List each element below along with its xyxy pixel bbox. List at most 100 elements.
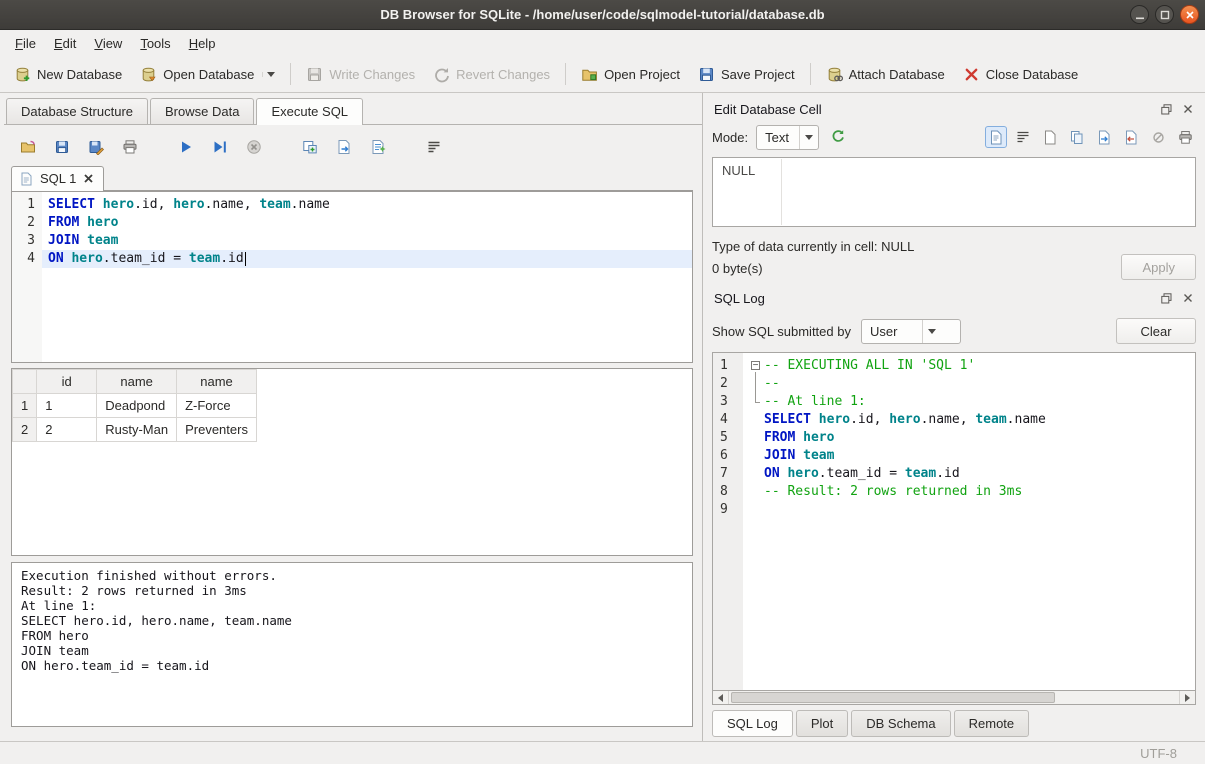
execute-current-line-icon[interactable] — [209, 136, 231, 158]
maximize-icon — [1157, 7, 1173, 23]
fold-collapse-box[interactable]: − — [751, 361, 760, 370]
mode-select[interactable]: Text — [756, 125, 819, 150]
scrollbar-thumb[interactable] — [731, 692, 1055, 703]
copy-icon[interactable] — [1066, 126, 1088, 148]
scrollbar-track[interactable] — [729, 691, 1179, 704]
row-number: 1 — [13, 394, 37, 418]
menu-tools[interactable]: Tools — [131, 32, 179, 55]
export-data-icon[interactable] — [1120, 126, 1142, 148]
result-cell[interactable]: Deadpond — [97, 394, 177, 418]
menu-file[interactable]: File — [6, 32, 45, 55]
minimize-button[interactable] — [1130, 5, 1149, 24]
encoding-indicator[interactable]: UTF-8 — [1140, 746, 1177, 761]
log-code-line[interactable]: -- Result: 2 rows returned in 3ms — [743, 483, 1195, 501]
new-database-button[interactable]: New Database — [6, 61, 130, 88]
save-project-button[interactable]: Save Project — [690, 61, 803, 88]
export-sql-icon[interactable] — [333, 136, 355, 158]
attach-database-button[interactable]: Attach Database — [818, 61, 953, 88]
text-document-icon[interactable] — [985, 126, 1007, 148]
maximize-button[interactable] — [1155, 5, 1174, 24]
sql-log-dock-buttons — [1160, 292, 1194, 305]
sql-log-code[interactable]: −-- EXECUTING ALL IN 'SQL 1'---- At line… — [743, 353, 1195, 690]
open-project-button[interactable]: Open Project — [573, 61, 688, 88]
tab-execute-sql[interactable]: Execute SQL — [256, 98, 363, 125]
save-project-label: Save Project — [721, 67, 795, 82]
save-sql-file-icon[interactable] — [51, 136, 73, 158]
clear-log-button[interactable]: Clear — [1116, 318, 1196, 344]
sql-editor-code[interactable]: SELECT hero.id, hero.name, team.nameFROM… — [42, 192, 692, 362]
cell-editor[interactable]: NULL — [712, 157, 1196, 227]
result-cell[interactable]: Z-Force — [177, 394, 257, 418]
result-cell[interactable]: Rusty-Man — [97, 418, 177, 442]
print-icon[interactable] — [1174, 126, 1196, 148]
save-sql-file-as-icon[interactable] — [85, 136, 107, 158]
log-code-line[interactable]: −-- EXECUTING ALL IN 'SQL 1' — [743, 357, 1195, 375]
titlebar[interactable]: DB Browser for SQLite - /home/user/code/… — [0, 0, 1205, 30]
tab-database-structure[interactable]: Database Structure — [6, 98, 148, 124]
import-data-icon[interactable] — [1093, 126, 1115, 148]
stop-icon[interactable] — [243, 136, 265, 158]
new-document-icon[interactable] — [1039, 126, 1061, 148]
close-dock-button[interactable] — [1181, 292, 1194, 305]
result-cell[interactable]: Preventers — [177, 418, 257, 442]
log-code-line[interactable]: -- At line 1: — [743, 393, 1195, 411]
results-column-header[interactable]: name — [177, 370, 257, 394]
menu-view[interactable]: View — [85, 32, 131, 55]
editor-code-line[interactable]: FROM hero — [42, 214, 692, 232]
log-code-line[interactable]: FROM hero — [743, 429, 1195, 447]
results-column-header[interactable]: id — [37, 370, 97, 394]
sql-tab-close-button[interactable] — [83, 173, 94, 184]
result-cell[interactable]: 1 — [37, 394, 97, 418]
format-sql-icon[interactable] — [367, 136, 389, 158]
word-wrap-icon[interactable] — [1012, 126, 1034, 148]
set-null-icon[interactable] — [1147, 126, 1169, 148]
sql-editor[interactable]: 1234 SELECT hero.id, hero.name, team.nam… — [11, 191, 693, 363]
float-dock-button[interactable] — [1160, 292, 1173, 305]
write-changes-button[interactable]: Write Changes — [298, 61, 423, 88]
word-wrap-icon[interactable] — [423, 136, 445, 158]
close-dock-button[interactable] — [1181, 103, 1194, 116]
log-code-line[interactable] — [743, 501, 1195, 519]
table-row[interactable]: 11DeadpondZ-Force — [13, 394, 257, 418]
sql-document-tab[interactable]: SQL 1 — [11, 166, 104, 191]
log-code-line[interactable]: JOIN team — [743, 447, 1195, 465]
log-code-line[interactable]: ON hero.team_id = team.id — [743, 465, 1195, 483]
results-column-header[interactable]: name — [97, 370, 177, 394]
float-dock-button[interactable] — [1160, 103, 1173, 116]
execute-all-icon[interactable] — [175, 136, 197, 158]
scroll-left-button[interactable] — [713, 691, 729, 704]
tab-db-schema[interactable]: DB Schema — [851, 710, 950, 737]
execution-log[interactable]: Execution finished without errors. Resul… — [11, 562, 693, 727]
menu-edit[interactable]: Edit — [45, 32, 85, 55]
editor-code-line[interactable]: ON hero.team_id = team.id — [42, 250, 692, 268]
tab-plot[interactable]: Plot — [796, 710, 848, 737]
open-database-button[interactable]: Open Database — [132, 61, 283, 88]
open-database-dropdown[interactable] — [262, 72, 275, 77]
apply-changes-icon[interactable] — [827, 126, 849, 148]
revert-changes-button[interactable]: Revert Changes — [425, 61, 558, 88]
result-cell[interactable]: 2 — [37, 418, 97, 442]
log-code-line[interactable]: -- — [743, 375, 1195, 393]
tab-browse-data[interactable]: Browse Data — [150, 98, 254, 124]
editor-code-line[interactable]: SELECT hero.id, hero.name, team.name — [42, 196, 692, 214]
sql-log-horizontal-scrollbar[interactable] — [712, 690, 1196, 705]
log-filter-select[interactable]: User — [861, 319, 961, 344]
close-database-button[interactable]: Close Database — [955, 61, 1087, 88]
chevron-down-icon — [922, 320, 941, 343]
print-icon[interactable] — [119, 136, 141, 158]
log-code-line[interactable]: SELECT hero.id, hero.name, team.name — [743, 411, 1195, 429]
menubar: File Edit View Tools Help — [0, 30, 1205, 56]
apply-button[interactable]: Apply — [1121, 254, 1196, 280]
scroll-right-button[interactable] — [1179, 691, 1195, 704]
fold-collapse-icon[interactable]: − — [749, 357, 764, 375]
open-new-tab-icon[interactable] — [299, 136, 321, 158]
editor-code-line[interactable]: JOIN team — [42, 232, 692, 250]
tab-sql-log[interactable]: SQL Log — [712, 710, 793, 737]
close-button[interactable] — [1180, 5, 1199, 24]
cell-toolbar-icons — [985, 126, 1196, 148]
sql-log-view[interactable]: 123456789 −-- EXECUTING ALL IN 'SQL 1'--… — [712, 352, 1196, 690]
open-sql-file-icon[interactable] — [17, 136, 39, 158]
menu-help[interactable]: Help — [180, 32, 225, 55]
table-row[interactable]: 22Rusty-ManPreventers — [13, 418, 257, 442]
tab-remote[interactable]: Remote — [954, 710, 1030, 737]
